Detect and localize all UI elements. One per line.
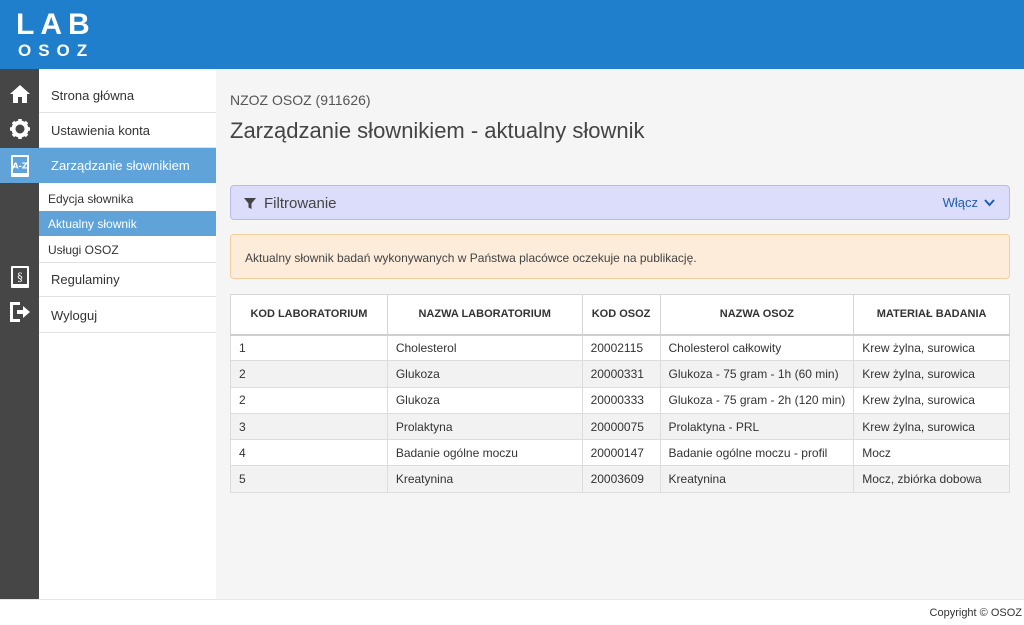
- cell-osoz-code: 20000075: [581, 412, 661, 441]
- table-row: 2 Glukoza 20000331 Glukoza - 75 gram - 1…: [230, 360, 1010, 388]
- cell-osoz-name: Glukoza - 75 gram - 1h (60 min): [659, 360, 855, 388]
- cell-osoz-name: Glukoza - 75 gram - 2h (120 min): [659, 386, 855, 414]
- dictionary-table: KOD LABORATORIUM NAZWA LABORATORIUM KOD …: [230, 294, 1010, 493]
- cell-lab-code: 1: [230, 333, 388, 362]
- cell-lab-code: 2: [230, 360, 388, 388]
- sidebar-nav: Strona główna Ustawienia konta Zarządzan…: [39, 69, 216, 599]
- sidebar-item-account-settings[interactable]: Ustawienia konta: [39, 113, 216, 148]
- sidebar-item-home[interactable]: Strona główna: [39, 78, 216, 113]
- cell-osoz-code: 20000147: [581, 439, 661, 467]
- cell-lab-code: 2: [230, 386, 388, 414]
- publication-alert: Aktualny słownik badań wykonywanych w Pa…: [230, 234, 1010, 279]
- filter-toggle-label: Włącz: [942, 195, 978, 210]
- logout-icon[interactable]: [0, 294, 39, 329]
- app-header: LAB OSOZ: [0, 0, 1024, 69]
- home-icon[interactable]: [0, 76, 39, 111]
- sidebar-item-dictionary-management[interactable]: Zarządzanie słownikiem: [39, 148, 216, 183]
- filter-toggle[interactable]: Włącz: [943, 195, 995, 210]
- filter-panel[interactable]: Filtrowanie Włącz: [230, 185, 1010, 220]
- page-title: Zarządzanie słownikiem - aktualny słowni…: [230, 118, 645, 143]
- cell-material: Krew żylna, surowica: [853, 412, 1010, 441]
- cell-osoz-name: Badanie ogólne moczu - profil: [659, 439, 855, 467]
- logo-osoz-text: OSOZ: [18, 41, 95, 60]
- filter-label: Filtrowanie: [264, 195, 337, 212]
- main-content: NZOZ OSOZ (911626) Zarządzanie słownikie…: [216, 69, 1024, 599]
- gear-icon[interactable]: [0, 111, 39, 146]
- cell-osoz-name: Kreatynina: [659, 465, 855, 493]
- page-footer: Copyright © OSOZ: [0, 599, 1024, 625]
- cell-osoz-name: Cholesterol całkowity: [659, 333, 855, 362]
- cell-material: Mocz: [853, 439, 1010, 467]
- cell-lab-name: Badanie ogólne moczu: [386, 439, 583, 467]
- table-header-row: KOD LABORATORIUM NAZWA LABORATORIUM KOD …: [230, 294, 1010, 336]
- regulations-icon[interactable]: §: [0, 259, 39, 294]
- dictionary-icon[interactable]: A-Z: [0, 148, 39, 183]
- cell-lab-code: 3: [230, 412, 388, 441]
- table-row: 5 Kreatynina 20003609 Kreatynina Mocz, z…: [230, 465, 1010, 493]
- cell-lab-code: 4: [230, 439, 388, 467]
- icon-bar: A-Z §: [0, 69, 39, 599]
- cell-osoz-code: 20000331: [581, 360, 661, 388]
- table-row: 2 Glukoza 20000333 Glukoza - 75 gram - 2…: [230, 386, 1010, 414]
- regulations-icon-label: §: [17, 270, 23, 283]
- cell-lab-name: Glukoza: [386, 360, 583, 388]
- table-row: 4 Badanie ogólne moczu 20000147 Badanie …: [230, 439, 1010, 467]
- copyright-text: Copyright © OSOZ: [929, 607, 1022, 619]
- column-header-osoz-code[interactable]: KOD OSOZ: [581, 294, 661, 336]
- dictionary-icon-label: A-Z: [12, 161, 28, 170]
- column-header-lab-code[interactable]: KOD LABORATORIUM: [230, 294, 388, 336]
- column-header-osoz-name[interactable]: NAZWA OSOZ: [659, 294, 855, 336]
- cell-material: Krew żylna, surowica: [853, 386, 1010, 414]
- cell-material: Krew żylna, surowica: [853, 360, 1010, 388]
- logo-lab-text: LAB: [16, 8, 96, 41]
- cell-lab-code: 5: [230, 465, 388, 493]
- cell-osoz-code: 20003609: [581, 465, 661, 493]
- column-header-material[interactable]: MATERIAŁ BADANIA: [853, 294, 1010, 336]
- lab-osoz-logo[interactable]: LAB OSOZ: [16, 10, 98, 60]
- sidebar-subitem-current-dictionary[interactable]: Aktualny słownik: [39, 211, 216, 236]
- cell-lab-name: Cholesterol: [386, 333, 583, 362]
- cell-material: Mocz, zbiórka dobowa: [853, 465, 1010, 493]
- sidebar-item-logout[interactable]: Wyloguj: [39, 298, 216, 333]
- cell-material: Krew żylna, surowica: [853, 333, 1010, 362]
- table-row: 3 Prolaktyna 20000075 Prolaktyna - PRL K…: [230, 412, 1010, 441]
- cell-osoz-name: Prolaktyna - PRL: [659, 412, 855, 441]
- cell-osoz-code: 20000333: [581, 386, 661, 414]
- sidebar-subitem-osoz-services[interactable]: Usługi OSOZ: [39, 237, 216, 262]
- chevron-down-icon: [984, 195, 995, 210]
- cell-lab-name: Prolaktyna: [386, 412, 583, 441]
- sidebar-item-regulations[interactable]: Regulaminy: [39, 262, 216, 297]
- filter-icon: [244, 197, 256, 215]
- sidebar-subitem-edit-dictionary[interactable]: Edycja słownika: [39, 186, 216, 211]
- cell-lab-name: Kreatynina: [386, 465, 583, 493]
- cell-osoz-code: 20002115: [581, 333, 661, 362]
- table-row: 1 Cholesterol 20002115 Cholesterol całko…: [230, 333, 1010, 362]
- cell-lab-name: Glukoza: [386, 386, 583, 414]
- column-header-lab-name[interactable]: NAZWA LABORATORIUM: [386, 294, 583, 336]
- organization-name: NZOZ OSOZ (911626): [230, 92, 371, 108]
